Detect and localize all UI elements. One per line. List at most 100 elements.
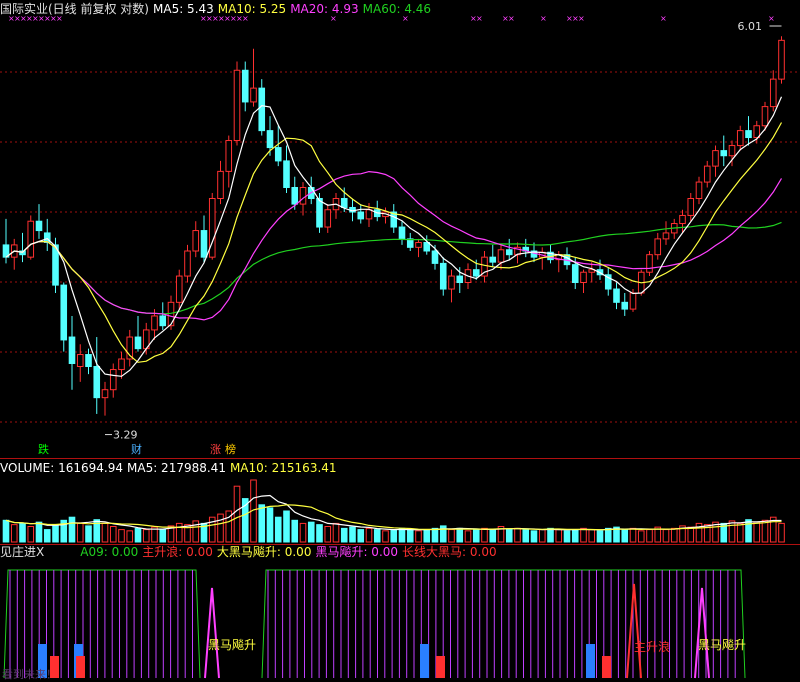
volume-bar: [761, 519, 769, 543]
candle-body: [472, 269, 480, 277]
cai-mark[interactable]: 财: [130, 443, 143, 456]
volume-bar: [670, 527, 678, 543]
candle-body: [712, 150, 719, 167]
candle-body: [778, 39, 785, 80]
indicator-spike: [626, 583, 642, 679]
volume-bar: [307, 521, 315, 543]
volume-bar: [332, 522, 340, 543]
candle-body: [299, 186, 307, 205]
candle-body: [340, 198, 348, 208]
ma20-line: [5, 170, 783, 321]
stock-title: 国际实业(日线 前复权 对数): [0, 2, 149, 16]
volume-bar: [580, 527, 587, 543]
volume-bar: [85, 525, 92, 543]
volume-chart[interactable]: [0, 474, 800, 544]
volume-bar: [646, 529, 653, 543]
volume-ma10: MA10: 215163.41: [229, 461, 337, 475]
candle-body: [324, 209, 332, 228]
volume-bar: [35, 521, 43, 543]
volume-bar: [68, 516, 76, 543]
volume-bar: [431, 527, 439, 543]
candle-body: [283, 160, 290, 188]
volume-bar: [522, 529, 530, 543]
volume-bar: [778, 522, 785, 543]
candle-body: [679, 214, 686, 225]
candle-body: [456, 275, 464, 284]
indicator-chart[interactable]: [0, 560, 800, 682]
volume-panel-header: VOLUME: 161694.94 MA5: 217988.41 MA10: 215…: [0, 461, 341, 475]
candle-body: [159, 315, 167, 327]
candle-body: [27, 220, 35, 258]
ma5-label: MA5: 5.43: [153, 2, 214, 16]
volume-bar: [134, 527, 142, 543]
bang-mark[interactable]: 榜: [224, 443, 237, 456]
volume-bar: [233, 485, 241, 543]
indicator-envelope: [261, 569, 746, 679]
candle-body: [258, 87, 266, 132]
indicator-spike: [694, 587, 710, 679]
volume-bar: [382, 530, 389, 543]
volume-ma5: MA5: 217988.41: [127, 461, 226, 475]
zhang-mark[interactable]: 涨: [209, 443, 222, 456]
candle-body: [316, 198, 323, 228]
candle-body: [629, 292, 637, 310]
volume-bar: [538, 529, 546, 543]
candle-body: [291, 186, 299, 205]
volume-bar: [604, 527, 612, 543]
die-mark[interactable]: 跌: [37, 443, 50, 456]
volume-bar: [464, 530, 472, 543]
volume-bar: [390, 529, 398, 543]
candle-body: [233, 69, 241, 142]
signal-x-mark: ×: [508, 16, 515, 23]
price-chart[interactable]: 6.013.29× × × × × × × × × × × × × × × × × × × × × × × × × × × × ×: [0, 16, 800, 458]
volume-bar: [415, 530, 422, 543]
low-price-label: 3.29: [113, 429, 138, 442]
volume-bar: [324, 526, 332, 543]
candle-body: [662, 232, 670, 240]
volume-bar: [340, 527, 348, 543]
volume-bar: [142, 529, 150, 543]
volume-bar: [448, 529, 455, 543]
candle-body: [415, 241, 422, 248]
candle-body: [745, 130, 752, 139]
signal-x-mark: ×: [540, 16, 547, 23]
candle-body: [489, 256, 497, 263]
volume-bar: [316, 524, 323, 543]
volume-bar: [373, 529, 381, 543]
candle-body: [769, 78, 777, 108]
candle-body: [85, 354, 92, 368]
candle-body: [217, 170, 224, 200]
candle-body: [439, 262, 447, 290]
volume-bar: [621, 529, 629, 543]
volume-bar: [27, 526, 35, 543]
volume-bar: [563, 530, 571, 543]
volume-bar: [736, 522, 744, 543]
volume-bar: [76, 522, 84, 543]
candle-body: [184, 250, 191, 277]
candle-body: [266, 130, 274, 149]
volume-bar: [159, 529, 167, 543]
volume-value: VOLUME: 161694.94: [0, 461, 123, 475]
volume-ma5-line: [5, 494, 782, 531]
candle-body: [101, 389, 109, 399]
volume-bar: [514, 527, 521, 543]
volume-bar: [530, 530, 538, 543]
candle-body: [250, 87, 257, 103]
heima-signal-1: 黑马飚升: [208, 638, 257, 652]
volume-bar: [109, 526, 117, 543]
volume-bar: [472, 529, 480, 543]
candle-body: [497, 249, 505, 263]
candle-body: [192, 230, 200, 252]
volume-bar: [555, 529, 563, 543]
indicator-red-block: [602, 656, 611, 678]
candle-body: [613, 288, 620, 303]
candle-body: [621, 301, 629, 310]
candle-body: [761, 106, 769, 127]
volume-bar: [10, 524, 18, 543]
volume-bar: [728, 520, 736, 543]
volume-bar: [588, 529, 596, 543]
heima-signal-2: 黑马飚升: [698, 638, 747, 652]
volume-bar: [19, 522, 26, 543]
volume-bar: [52, 524, 59, 543]
signal-x-mark: ×: [402, 16, 409, 23]
